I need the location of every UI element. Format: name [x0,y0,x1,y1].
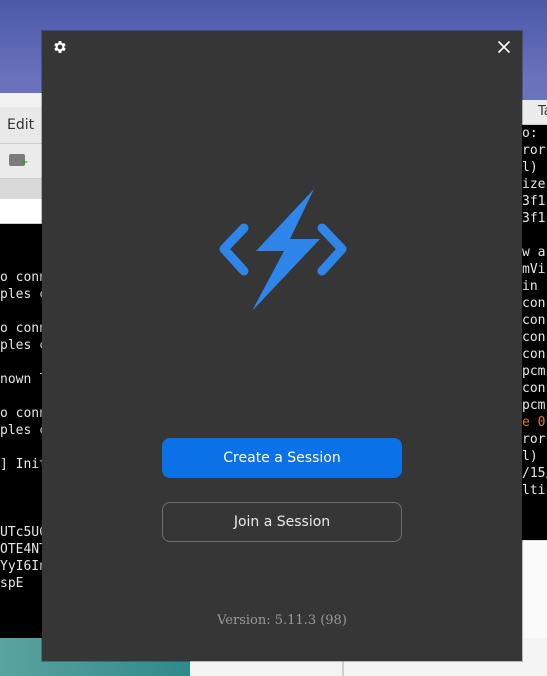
terminal-line: l) [522,160,538,175]
terminal-line: OTE4NT [0,542,47,557]
plus-icon: + [20,157,29,168]
terminal-line: e 0 [522,415,546,430]
terminal-line: ] Init [0,457,47,472]
terminal-line: YyI6In [0,559,47,574]
terminal-line: ize [522,177,546,192]
close-icon [498,41,510,53]
terminal-line: in [522,279,538,294]
bolt-code-logo-icon [219,189,347,311]
terminal-line: mVi [522,262,546,277]
terminal-line: con [522,381,546,396]
create-session-button[interactable]: Create a Session [162,438,402,478]
terminal-line: nown l [0,372,47,387]
gear-icon [54,41,66,53]
terminal-line: con [522,313,546,328]
background-tab[interactable]: Ta [538,104,547,119]
terminal-line: ples c [0,338,47,353]
terminal-line: o conn [0,321,47,336]
settings-button[interactable] [51,38,69,56]
terminal-line: 3f1 [522,211,546,226]
terminal-line: con [522,296,546,311]
close-button[interactable] [495,38,513,56]
terminal-line: w a [522,245,546,260]
terminal-line: 3f1 [522,194,546,209]
terminal-line: /15/ [522,466,547,481]
terminal-line: lti [522,483,546,498]
terminal-line: o: [522,126,538,141]
session-dialog: Create a Session Join a Session Version:… [42,31,522,661]
terminal-line: o conn [0,270,47,285]
terminal-line: l) [522,449,538,464]
terminal-line: ror: [522,143,547,158]
terminal-line: con [522,347,546,362]
terminal-line: ples c [0,287,47,302]
terminal-line: ples c [0,423,47,438]
join-session-button[interactable]: Join a Session [162,502,402,542]
version-label: Version: 5.11.3 (98) [217,613,347,628]
terminal-line: pcm [522,364,546,379]
terminal-line: pcm [522,398,546,413]
background-menu-edit[interactable]: Edit [7,117,34,133]
terminal-line: spE [0,576,24,591]
terminal-line: con [522,330,546,345]
terminal-line: UTc5UC [0,525,47,540]
terminal-line: ror: [522,432,547,447]
terminal-line: o conn [0,406,47,421]
